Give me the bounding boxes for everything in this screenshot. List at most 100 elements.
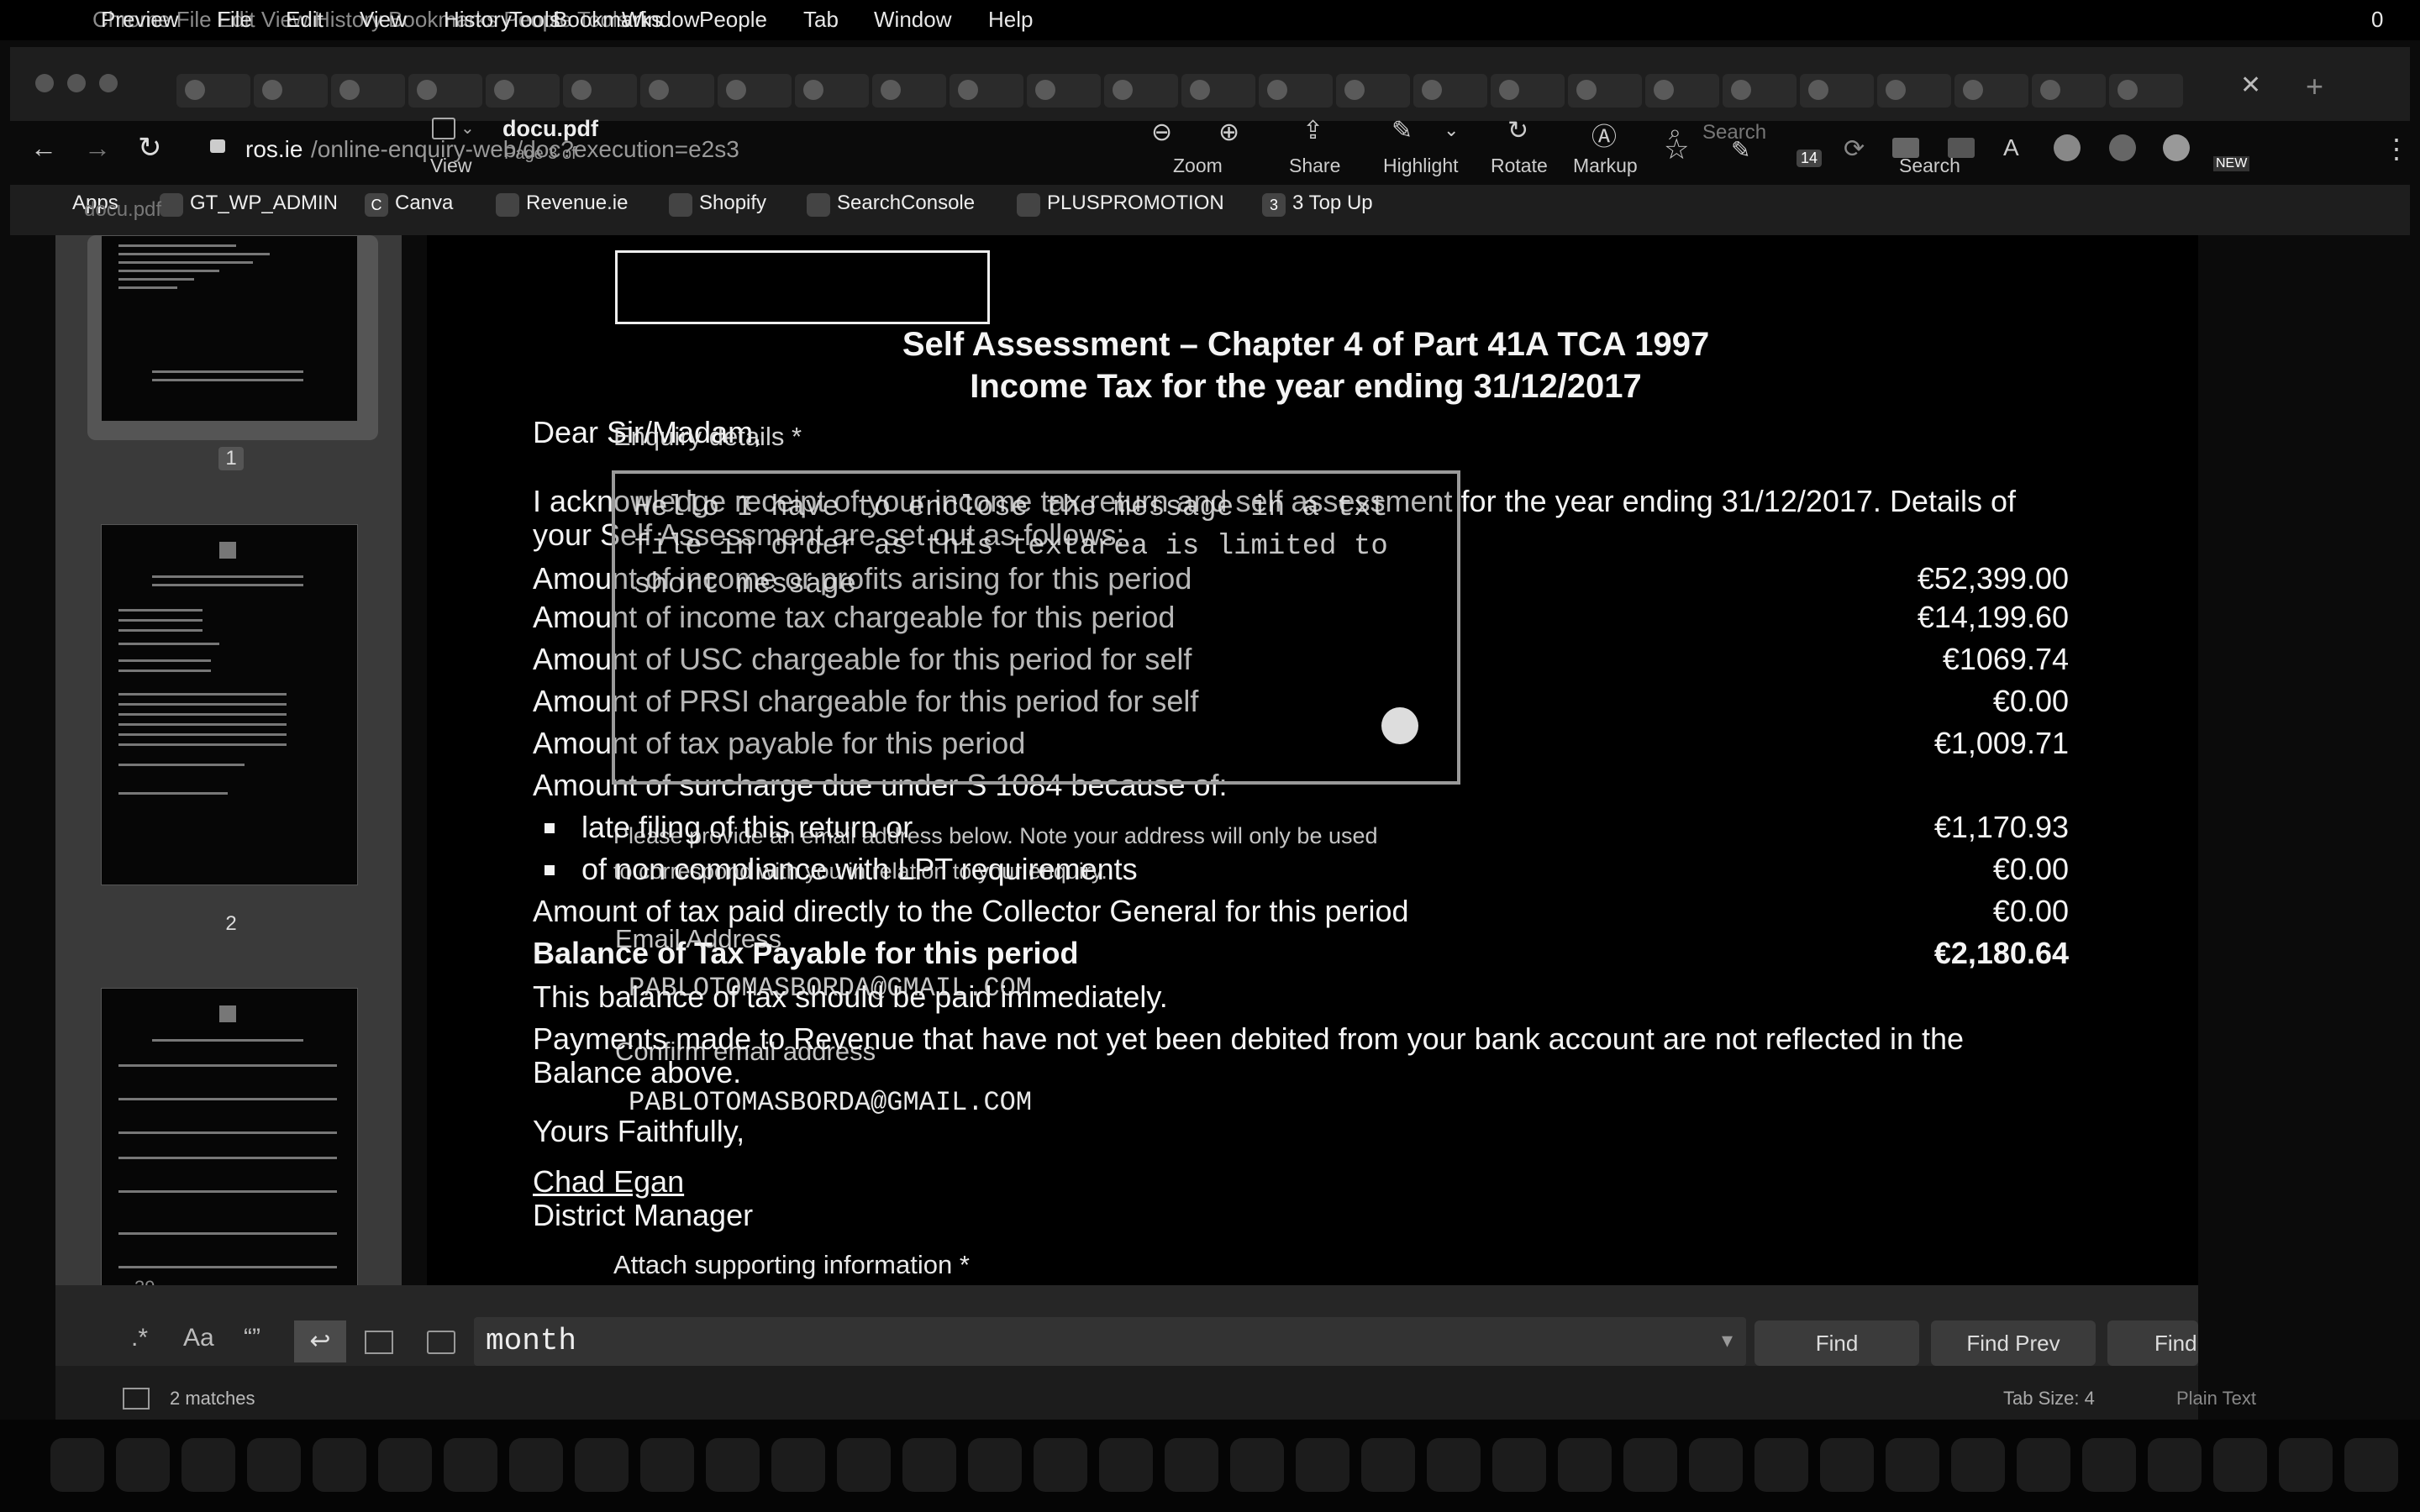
- browser-tab[interactable]: [640, 74, 714, 108]
- extension-a-icon[interactable]: A: [2003, 134, 2019, 161]
- dock-app-icon[interactable]: [2344, 1438, 2398, 1492]
- dock-app-icon[interactable]: [1558, 1438, 1612, 1492]
- browser-tab[interactable]: [331, 74, 405, 108]
- window-zoom-icon[interactable]: [99, 74, 118, 92]
- browser-tab[interactable]: [1568, 74, 1642, 108]
- browser-tab[interactable]: [1723, 74, 1797, 108]
- browser-tab[interactable]: [718, 74, 792, 108]
- browser-tab[interactable]: [1027, 74, 1101, 108]
- dock-app-icon[interactable]: [968, 1438, 1022, 1492]
- extension-evernote-icon[interactable]: [2109, 134, 2136, 161]
- browser-tab[interactable]: [1413, 74, 1487, 108]
- bookmark-2[interactable]: Canva: [395, 192, 453, 215]
- browser-tab[interactable]: [1336, 74, 1410, 108]
- window-minimize-icon[interactable]: [67, 74, 86, 92]
- bookmark-5[interactable]: SearchConsole: [837, 192, 975, 215]
- email-input[interactable]: PABLOTOMASBORDA@GMAIL.COM: [629, 973, 1032, 1004]
- dock-app-icon[interactable]: [313, 1438, 366, 1492]
- dock-app-icon[interactable]: [378, 1438, 432, 1492]
- menu-tab[interactable]: Tab: [803, 7, 839, 33]
- dock-app-icon[interactable]: [771, 1438, 825, 1492]
- menu-file[interactable]: File: [217, 7, 252, 33]
- dock-app-icon[interactable]: [2148, 1438, 2202, 1492]
- dock-app-icon[interactable]: [1754, 1438, 1808, 1492]
- dock-app-icon[interactable]: [1427, 1438, 1481, 1492]
- extension-sync-icon[interactable]: ⟳: [1844, 134, 1865, 164]
- dock-app-icon[interactable]: [1820, 1438, 1874, 1492]
- window-close-icon[interactable]: [35, 74, 54, 92]
- browser-tab[interactable]: [872, 74, 946, 108]
- dock-app-icon[interactable]: [1296, 1438, 1349, 1492]
- dock-app-icon[interactable]: [1886, 1438, 1939, 1492]
- menu-window[interactable]: Window: [874, 7, 951, 33]
- url-domain[interactable]: ros.ie: [245, 136, 302, 163]
- browser-tab[interactable]: [1954, 74, 2028, 108]
- browser-tab[interactable]: [1259, 74, 1333, 108]
- browser-tab[interactable]: [486, 74, 560, 108]
- dock-app-icon[interactable]: [640, 1438, 694, 1492]
- forward-icon[interactable]: →: [84, 133, 111, 164]
- browser-tab[interactable]: [254, 74, 328, 108]
- dock-app-icon[interactable]: [902, 1438, 956, 1492]
- dock-app-icon[interactable]: [509, 1438, 563, 1492]
- tab-close-icon[interactable]: ✕: [2240, 71, 2261, 100]
- menu-people[interactable]: People: [699, 7, 767, 33]
- browser-tab[interactable]: [795, 74, 869, 108]
- in-selection-icon[interactable]: [365, 1331, 393, 1354]
- browser-tab[interactable]: [1800, 74, 1874, 108]
- bookmark-star-icon[interactable]: ☆: [1664, 133, 1689, 166]
- browser-tab[interactable]: [1491, 74, 1565, 108]
- browser-tab[interactable]: [950, 74, 1023, 108]
- find-button[interactable]: Find: [1754, 1320, 1919, 1366]
- extension-card-icon[interactable]: [1948, 138, 1975, 158]
- bookmark-6[interactable]: PLUSPROMOTION: [1047, 192, 1224, 215]
- bookmark-1[interactable]: GT_WP_ADMIN: [190, 192, 338, 215]
- dock-app-icon[interactable]: [247, 1438, 301, 1492]
- back-icon[interactable]: ←: [30, 133, 57, 164]
- syntax-mode[interactable]: Plain Text: [2176, 1388, 2256, 1410]
- dock-app-icon[interactable]: [1951, 1438, 2005, 1492]
- highlight-matches-icon[interactable]: [427, 1331, 455, 1354]
- dock-app-icon[interactable]: [1689, 1438, 1743, 1492]
- menu-help[interactable]: Help: [988, 7, 1033, 33]
- browser-tab[interactable]: [1104, 74, 1178, 108]
- menu-view[interactable]: View: [360, 7, 407, 33]
- enquiry-textarea[interactable]: Hello I have to enclose the message in a…: [612, 470, 1460, 785]
- dock-app-icon[interactable]: [182, 1438, 235, 1492]
- bookmark-4[interactable]: Shopify: [699, 192, 766, 215]
- dock-app-icon[interactable]: [1361, 1438, 1415, 1492]
- menu-app[interactable]: Preview: [101, 7, 178, 33]
- find-all-button[interactable]: Find All: [2107, 1320, 2198, 1401]
- regex-toggle[interactable]: .*: [131, 1324, 148, 1352]
- grammar-check-icon[interactable]: [1381, 707, 1418, 744]
- dock-app-icon[interactable]: [2279, 1438, 2333, 1492]
- find-input[interactable]: month ▾: [474, 1317, 1746, 1366]
- dock-app-icon[interactable]: [837, 1438, 891, 1492]
- new-tab-icon[interactable]: +: [2306, 69, 2323, 104]
- bookmark-3[interactable]: Revenue.ie: [526, 192, 628, 215]
- extension-pen-icon[interactable]: ✎: [1731, 136, 1750, 164]
- menu-edit[interactable]: Edit: [286, 7, 324, 33]
- dock-app-icon[interactable]: [1492, 1438, 1546, 1492]
- browser-tab[interactable]: [176, 74, 250, 108]
- page-thumbnail-2[interactable]: [101, 524, 358, 885]
- extension-circle-icon[interactable]: [2163, 134, 2190, 161]
- case-toggle[interactable]: Aa: [183, 1324, 214, 1352]
- browser-tab[interactable]: [2032, 74, 2106, 108]
- dock-app-icon[interactable]: [1230, 1438, 1284, 1492]
- dock-app-icon[interactable]: [706, 1438, 760, 1492]
- find-history-chevron-icon[interactable]: ▾: [1722, 1327, 1733, 1353]
- browser-tab[interactable]: [1877, 74, 1951, 108]
- wrap-toggle-icon[interactable]: ↩: [294, 1320, 346, 1362]
- dock-app-icon[interactable]: [2213, 1438, 2267, 1492]
- whole-word-toggle[interactable]: “”: [244, 1324, 260, 1352]
- dock-app-icon[interactable]: [50, 1438, 104, 1492]
- dock-app-icon[interactable]: [2017, 1438, 2070, 1492]
- browser-tab[interactable]: [563, 74, 637, 108]
- dock-app-icon[interactable]: [1034, 1438, 1087, 1492]
- dock-app-icon[interactable]: [575, 1438, 629, 1492]
- dock-app-icon[interactable]: [444, 1438, 497, 1492]
- browser-tab[interactable]: [1645, 74, 1719, 108]
- reload-icon[interactable]: ↻: [138, 131, 162, 165]
- url-path[interactable]: /online-enquiry-web/doc?execution=e2s3: [311, 136, 739, 163]
